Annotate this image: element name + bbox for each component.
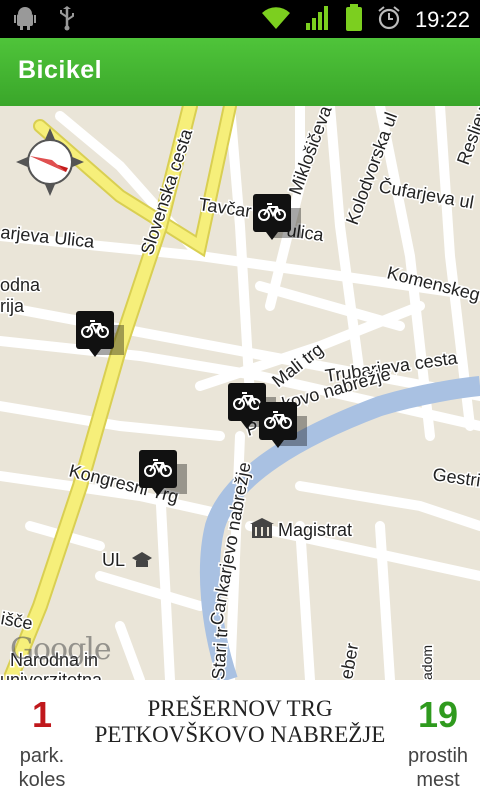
map-label: odna	[0, 275, 41, 295]
map-view[interactable]: Slovenska cesta Miklošičeva Kolodvorska …	[0, 106, 480, 680]
map-label: ulica	[285, 220, 325, 245]
status-bar: 19:22	[0, 0, 480, 38]
map-label: Komenskeg	[385, 262, 480, 304]
map-label: Stari tr	[208, 626, 232, 680]
map-label: adom	[419, 645, 435, 680]
status-time: 19:22	[414, 7, 470, 32]
map-label: arjeva Ulica	[0, 222, 96, 252]
battery-icon	[345, 4, 363, 36]
map-label: Čufarjeva ul	[377, 175, 475, 212]
app-title: Bicikel	[18, 56, 103, 84]
app-bar: Bicikel	[0, 38, 480, 106]
station-name: PREŠERNOV TRG PETKOVŠKOVO NABREŽJE	[84, 696, 396, 748]
station-name-line1: PREŠERNOV TRG	[147, 696, 333, 721]
alarm-icon	[377, 5, 401, 35]
graduation-cap-icon	[132, 552, 152, 567]
bikes-label-line1: park.	[19, 745, 65, 767]
android-debug-icon	[12, 5, 38, 35]
map-label: Miklošičeva	[285, 106, 336, 197]
map-label: rija	[0, 296, 25, 316]
free-slots-count: 19	[417, 694, 459, 735]
free-slots-label: prostih mest	[396, 744, 480, 792]
google-attribution: Google	[10, 632, 112, 667]
map-label: Gestri	[431, 464, 480, 490]
map-label: univerzitetna	[0, 670, 103, 680]
station-info-panel: 1 park. koles PREŠERNOV TRG PETKOVŠKOVO …	[0, 680, 480, 800]
bike-station-marker-selected[interactable]	[259, 402, 297, 448]
signal-icon	[305, 5, 331, 35]
bikes-label: park. koles	[0, 744, 84, 792]
bikes-label-line2: koles	[18, 769, 66, 791]
bikes-count: 1	[31, 694, 53, 735]
map-label: Resljev	[453, 106, 480, 167]
wifi-icon	[261, 5, 291, 35]
map-label: eber	[336, 642, 362, 680]
station-name-line2: PETKOVŠKOVO NABREŽJE	[94, 722, 386, 747]
free-label-line1: prostih	[407, 745, 469, 767]
usb-icon	[56, 5, 78, 35]
building-icon	[250, 518, 274, 538]
compass-icon[interactable]	[16, 128, 84, 196]
bike-station-marker[interactable]	[76, 311, 114, 357]
map-label: Magistrat	[278, 520, 352, 540]
bike-station-marker[interactable]	[253, 194, 291, 240]
free-label-line2: mest	[416, 769, 460, 791]
map-label: išče	[0, 608, 34, 633]
bike-station-marker[interactable]	[139, 450, 177, 496]
map-label: UL	[102, 550, 125, 570]
